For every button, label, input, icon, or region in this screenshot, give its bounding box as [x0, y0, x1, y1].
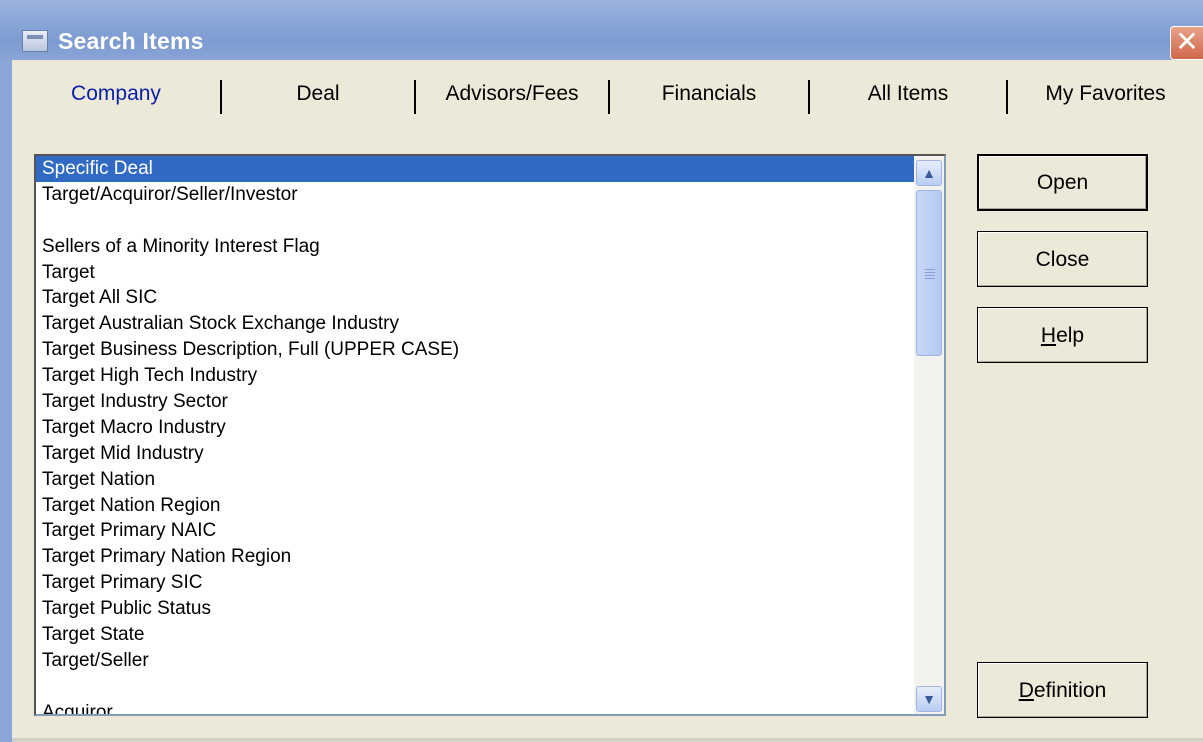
list-item[interactable]: Target All SIC	[36, 285, 944, 311]
list-item[interactable]: Target Australian Stock Exchange Industr…	[36, 311, 944, 337]
list-item[interactable]	[36, 208, 944, 234]
app-window-icon	[22, 30, 48, 52]
scrollbar-grip-icon	[925, 269, 935, 279]
tab-all-items[interactable]: All Items	[810, 70, 1006, 118]
window-frame	[0, 60, 12, 742]
definition-mnemonic: D	[1018, 679, 1034, 702]
list-item[interactable]: Target Public Status	[36, 596, 944, 622]
definition-label: efinition	[1033, 679, 1107, 702]
list-item[interactable]: Acquiror	[36, 700, 944, 714]
vertical-scrollbar[interactable]: ▲ ▼	[914, 156, 944, 714]
help-button[interactable]: Help	[977, 307, 1148, 363]
tab-my-favorites[interactable]: My Favorites	[1008, 70, 1203, 118]
list-item[interactable]: Target	[36, 260, 944, 286]
list-item[interactable]: Specific Deal	[36, 156, 944, 182]
tab-deal[interactable]: Deal	[222, 70, 414, 118]
title-bar[interactable]: Search Items ✕	[0, 0, 1203, 60]
list-item[interactable]: Target Business Description, Full (UPPER…	[36, 337, 944, 363]
list-item[interactable]: Target High Tech Industry	[36, 363, 944, 389]
list-item[interactable]: Target State	[36, 622, 944, 648]
list-item[interactable]: Target Primary Nation Region	[36, 544, 944, 570]
scroll-up-icon[interactable]: ▲	[916, 160, 942, 186]
list-item[interactable]: Sellers of a Minority Interest Flag	[36, 234, 944, 260]
list-item[interactable]: Target Mid Industry	[36, 441, 944, 467]
tab-strip: Company Deal Advisors/Fees Financials Al…	[12, 70, 1203, 118]
list-item[interactable]: Target Nation Region	[36, 493, 944, 519]
tab-financials[interactable]: Financials	[610, 70, 808, 118]
list-item[interactable]: Target Macro Industry	[36, 415, 944, 441]
close-button[interactable]: Close	[977, 231, 1148, 287]
list-item[interactable]: Target Nation	[36, 467, 944, 493]
scrollbar-thumb[interactable]	[916, 190, 942, 356]
list-item[interactable]: Target Primary SIC	[36, 570, 944, 596]
window-bottom-edge	[12, 738, 1203, 742]
window-title: Search Items	[58, 28, 204, 54]
list-item[interactable]: Target/Acquiror/Seller/Investor	[36, 182, 944, 208]
search-items-list[interactable]: Specific Deal Target/Acquiror/Seller/Inv…	[34, 154, 946, 716]
list-item[interactable]: Target Primary NAIC	[36, 518, 944, 544]
list-items: Specific Deal Target/Acquiror/Seller/Inv…	[36, 156, 944, 714]
close-window-icon[interactable]: ✕	[1170, 26, 1203, 60]
tab-company[interactable]: Company	[12, 70, 220, 118]
help-mnemonic: H	[1040, 324, 1057, 347]
list-item[interactable]	[36, 674, 944, 700]
tab-advisors-fees[interactable]: Advisors/Fees	[416, 70, 608, 118]
list-item[interactable]: Target Industry Sector	[36, 389, 944, 415]
help-label: elp	[1056, 324, 1085, 347]
scroll-down-icon[interactable]: ▼	[916, 686, 942, 712]
open-button[interactable]: Open	[977, 154, 1148, 211]
definition-button[interactable]: Definition	[977, 662, 1148, 718]
list-item[interactable]: Target/Seller	[36, 648, 944, 674]
